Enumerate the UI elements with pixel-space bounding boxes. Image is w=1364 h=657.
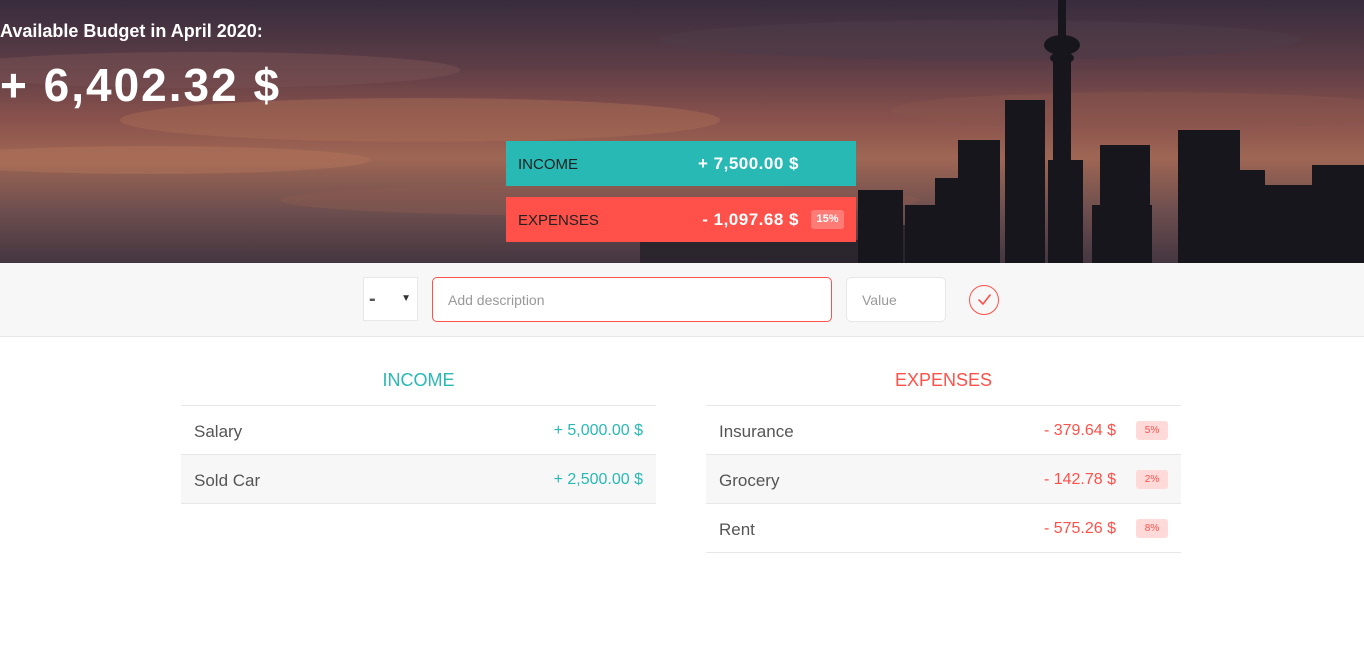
expense-item-value: - 575.26 $ bbox=[1043, 520, 1116, 537]
expense-item-description: Rent bbox=[719, 520, 755, 539]
expense-item[interactable]: Rent - 575.26 $ 8% bbox=[706, 504, 1181, 553]
income-item[interactable]: Salary + 5,000.00 $ bbox=[181, 406, 656, 455]
expenses-list: EXPENSES Insurance - 379.64 $ 5% Grocery… bbox=[706, 337, 1181, 553]
expenses-summary-label: EXPENSES bbox=[518, 212, 599, 229]
budget-title: Available Budget in April 2020: bbox=[0, 21, 263, 41]
header-hero: Available Budget in April 2020: + 6,402.… bbox=[0, 0, 1364, 263]
expenses-summary-percentage: 15% bbox=[811, 210, 844, 229]
expenses-summary: EXPENSES - 1,097.68 $ 15% bbox=[506, 197, 856, 242]
add-item-bar: - ▼ bbox=[0, 263, 1364, 337]
income-summary: INCOME + 7,500.00 $ bbox=[506, 141, 856, 186]
expense-item-percentage: 5% bbox=[1136, 421, 1168, 440]
type-select-value: - bbox=[369, 288, 376, 310]
checkmark-circle-icon bbox=[977, 294, 991, 305]
expenses-list-title: EXPENSES bbox=[706, 337, 1181, 406]
expense-item[interactable]: Insurance - 379.64 $ 5% bbox=[706, 406, 1181, 455]
description-input[interactable] bbox=[432, 277, 832, 322]
income-summary-label: INCOME bbox=[518, 156, 578, 173]
type-select[interactable]: - ▼ bbox=[363, 277, 418, 321]
expense-item-value: - 142.78 $ bbox=[1043, 471, 1116, 488]
income-list: INCOME Salary + 5,000.00 $ Sold Car + 2,… bbox=[181, 337, 656, 504]
expense-item-description: Insurance bbox=[719, 422, 794, 441]
income-item-value: + 2,500.00 $ bbox=[553, 471, 643, 488]
value-input[interactable] bbox=[846, 277, 946, 322]
income-list-title: INCOME bbox=[181, 337, 656, 406]
budget-value: + 6,402.32 $ bbox=[0, 59, 282, 111]
income-item-description: Sold Car bbox=[194, 471, 261, 490]
chevron-down-icon: ▼ bbox=[401, 293, 411, 304]
expense-item-value: - 379.64 $ bbox=[1043, 422, 1116, 439]
income-summary-value: + 7,500.00 $ bbox=[697, 154, 799, 173]
expense-item[interactable]: Grocery - 142.78 $ 2% bbox=[706, 455, 1181, 504]
expense-item-percentage: 8% bbox=[1136, 519, 1168, 538]
income-item-value: + 5,000.00 $ bbox=[553, 422, 643, 439]
expenses-summary-value: - 1,097.68 $ bbox=[702, 210, 799, 229]
income-item-description: Salary bbox=[194, 422, 243, 441]
expense-item-description: Grocery bbox=[719, 471, 780, 490]
expense-item-percentage: 2% bbox=[1136, 470, 1168, 489]
add-button[interactable] bbox=[969, 285, 999, 315]
income-item[interactable]: Sold Car + 2,500.00 $ bbox=[181, 455, 656, 504]
